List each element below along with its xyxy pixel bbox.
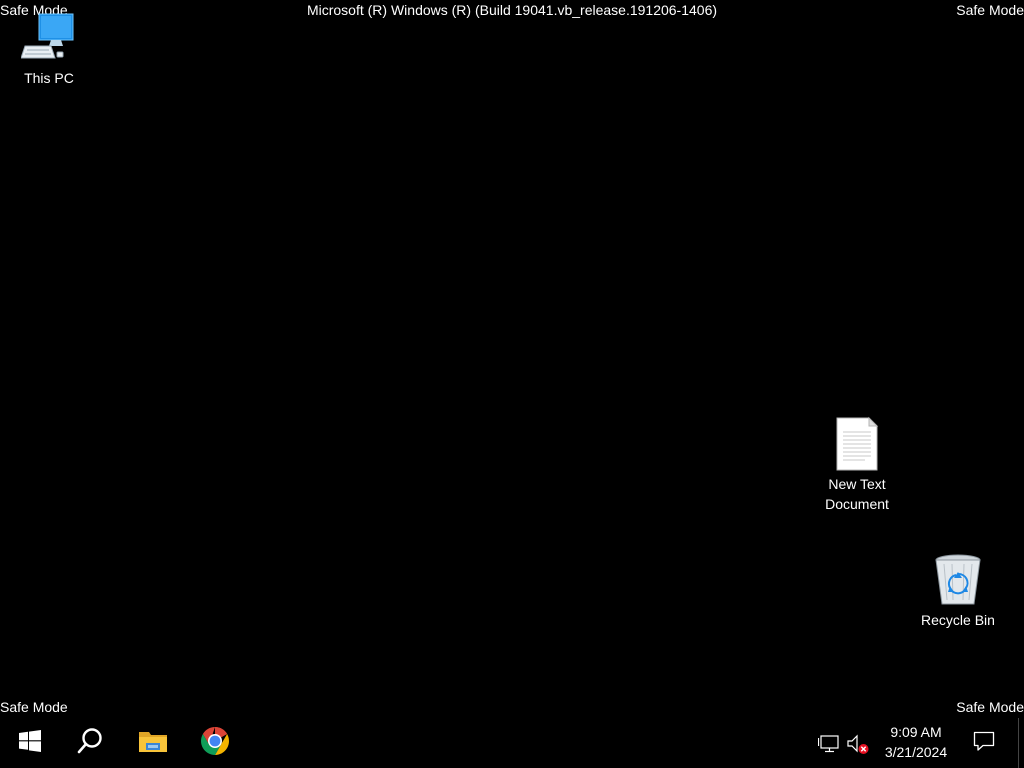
desktop[interactable]: Safe Mode Microsoft (R) Windows (R) (Bui… [0,0,1024,768]
chrome-icon [199,725,231,762]
desktop-icon-new-text-document[interactable]: New Text Document [812,416,902,514]
search-icon [76,727,104,760]
text-document-icon [829,416,885,472]
desktop-icon-label: This PC [24,70,74,86]
clock-time: 9:09 AM [890,724,942,740]
network-icon[interactable] [817,732,841,756]
show-desktop-button[interactable] [1018,718,1024,768]
taskbar: 9:09 AM 3/21/2024 [0,718,1024,768]
volume-muted-icon[interactable] [846,732,870,756]
search-button[interactable] [60,718,120,768]
recycle-bin-icon [930,552,986,608]
desktop-icon-label: Recycle Bin [921,612,995,628]
windows-start-icon [19,729,41,757]
computer-icon [21,10,77,66]
safe-mode-label-top-right: Safe Mode [956,2,1024,18]
file-explorer-icon [138,728,168,759]
build-info-label: Microsoft (R) Windows (R) (Build 19041.v… [306,2,718,18]
desktop-icon-label: New Text Document [825,476,889,512]
safe-mode-label-bottom-right: Safe Mode [956,699,1024,715]
desktop-icon-this-pc[interactable]: This PC [4,10,94,88]
file-explorer-button[interactable] [123,718,183,768]
clock-date: 3/21/2024 [884,744,948,760]
start-button[interactable] [0,718,60,768]
notification-icon [973,730,995,757]
desktop-icon-recycle-bin[interactable]: Recycle Bin [913,552,1003,630]
safe-mode-label-bottom-left: Safe Mode [0,699,68,715]
notification-button[interactable] [966,718,1002,768]
chrome-button[interactable] [185,718,245,768]
taskbar-clock[interactable]: 9:09 AM 3/21/2024 [876,722,956,762]
